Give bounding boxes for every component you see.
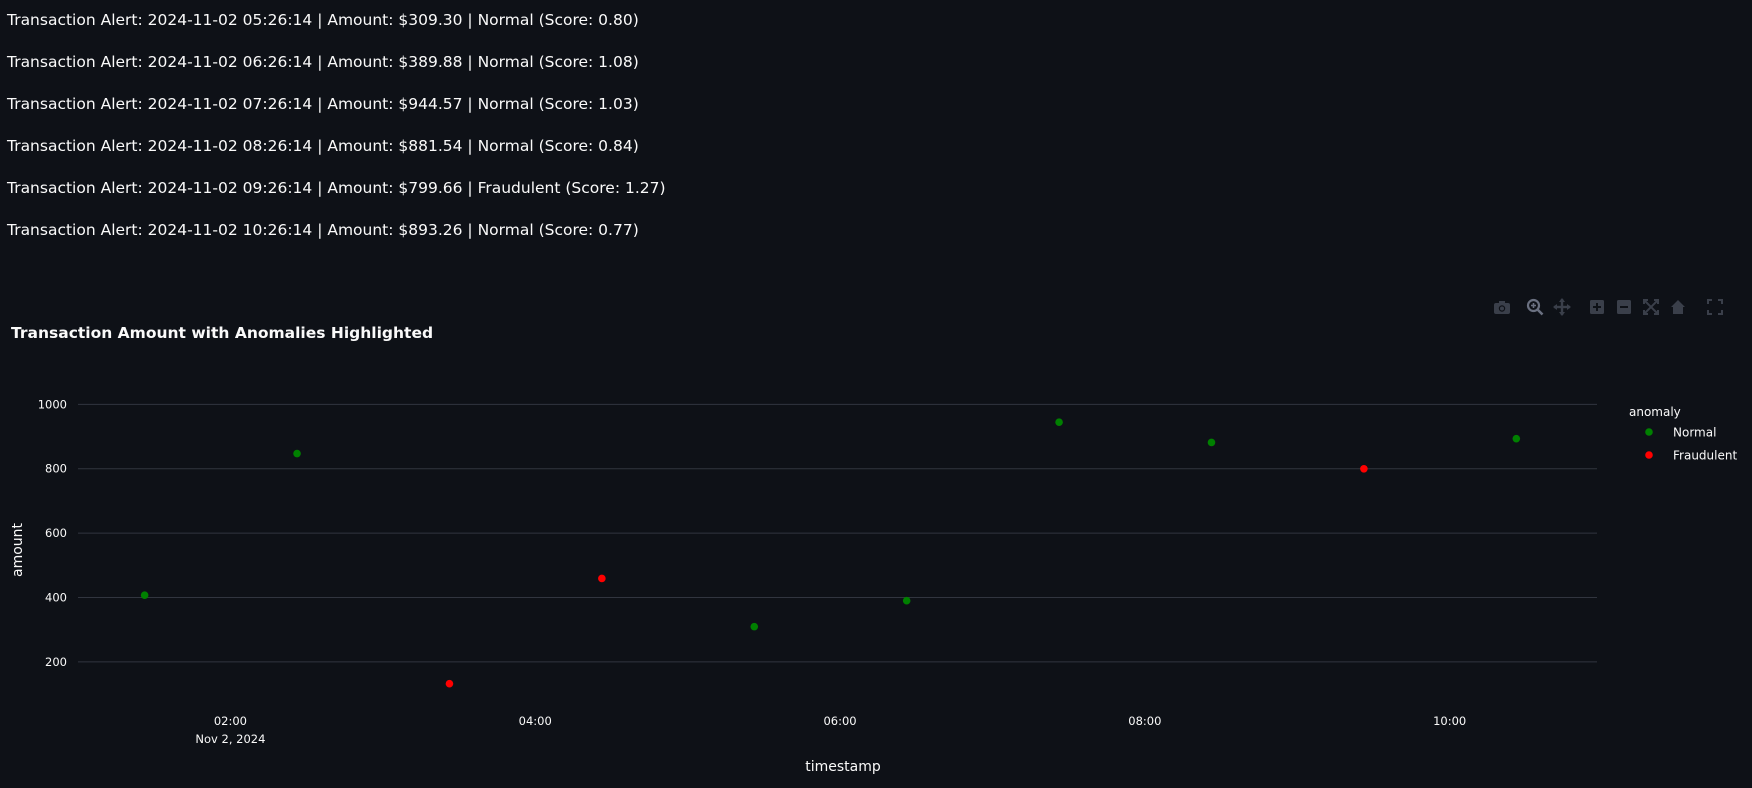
legend-label-normal[interactable]: Normal xyxy=(1673,426,1716,440)
x-tick-sublabel: Nov 2, 2024 xyxy=(195,732,265,746)
x-axis-ticks: 02:00 Nov 2, 2024 04:00 06:00 08:00 10:00 xyxy=(195,714,1466,746)
data-point-normal[interactable] xyxy=(902,596,911,605)
legend-title: anomaly xyxy=(1629,405,1681,419)
y-tick-label: 200 xyxy=(45,655,67,669)
data-point-fraudulent[interactable] xyxy=(445,679,454,688)
x-tick-label: 06:00 xyxy=(823,714,856,728)
scatter-chart: 200 400 600 800 1000 02:00 Nov 2, 2024 04:00 06… xyxy=(10,397,1737,775)
legend-items[interactable]: Normal Fraudulent xyxy=(1645,426,1737,463)
legend-marker-normal[interactable] xyxy=(1645,428,1653,436)
x-tick-label: 04:00 xyxy=(519,714,552,728)
data-point-normal[interactable] xyxy=(140,591,149,599)
y-tick-label: 400 xyxy=(45,590,67,604)
x-tick-label: 02:00 xyxy=(214,714,247,728)
data-point-normal[interactable] xyxy=(293,449,301,458)
y-tick-label: 600 xyxy=(45,526,67,540)
data-point-normal[interactable] xyxy=(1055,418,1063,426)
x-tick-label: 08:00 xyxy=(1128,714,1161,728)
y-axis-ticks: 200 400 600 800 1000 xyxy=(38,397,67,669)
data-point-normal[interactable] xyxy=(750,622,759,631)
y-tick-label: 800 xyxy=(45,462,67,476)
data-point-normal[interactable] xyxy=(1207,438,1216,447)
data-point-fraudulent[interactable] xyxy=(598,574,606,583)
x-axis-title: timestamp xyxy=(805,759,881,775)
data-point-normal[interactable] xyxy=(1512,434,1521,443)
data-points[interactable] xyxy=(140,418,1521,688)
legend-label-fraudulent[interactable]: Fraudulent xyxy=(1673,449,1737,463)
y-tick-label: 1000 xyxy=(38,397,67,411)
data-point-fraudulent[interactable] xyxy=(1360,464,1368,473)
legend: anomaly Normal Fraudulent xyxy=(1629,405,1737,463)
y-axis-title: amount xyxy=(10,522,26,577)
x-tick-label: 10:00 xyxy=(1433,714,1466,728)
gridlines xyxy=(78,403,1597,663)
legend-marker-fraudulent[interactable] xyxy=(1645,451,1653,459)
